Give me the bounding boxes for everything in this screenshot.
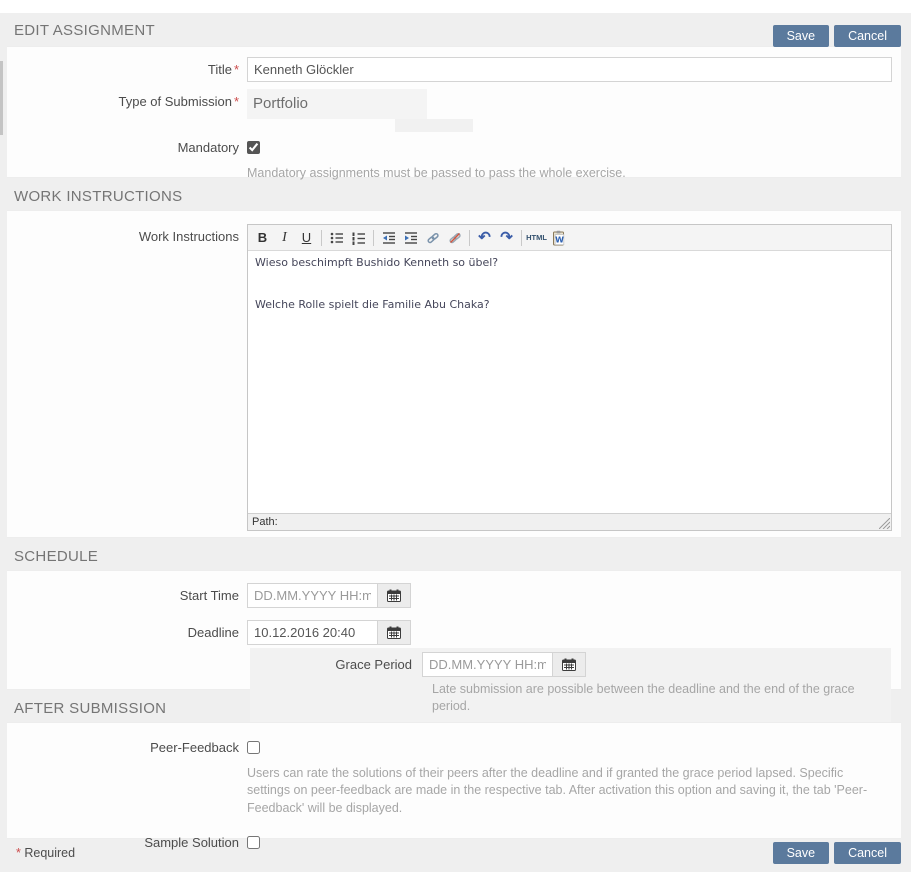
required-asterisk: *	[16, 846, 21, 860]
undo-icon[interactable]: ↶	[474, 228, 495, 248]
underline-icon[interactable]: U	[296, 228, 317, 248]
deadline-row: Deadline	[7, 620, 901, 645]
italic-icon[interactable]: I	[274, 228, 295, 248]
peer-feedback-label: Peer-Feedback	[7, 735, 247, 760]
grace-period-input[interactable]	[422, 652, 553, 677]
save-button[interactable]: Save	[773, 25, 830, 47]
section-after-submission: Peer-Feedback Users can rate the solutio…	[7, 722, 901, 839]
bullet-list-icon[interactable]	[326, 228, 347, 248]
section-work-instructions: Work Instructions B I U	[7, 210, 901, 538]
toolbar-separator	[373, 230, 374, 246]
cancel-button[interactable]: Cancel	[834, 25, 901, 47]
grace-period-calendar-button[interactable]	[553, 652, 586, 677]
cancel-button-bottom[interactable]: Cancel	[834, 842, 901, 864]
overlay-artifact	[395, 119, 473, 132]
toolbar-separator	[469, 230, 470, 246]
redo-icon[interactable]: ↷	[496, 228, 517, 248]
resize-grip[interactable]	[879, 518, 890, 529]
editor-path-bar: Path:	[248, 513, 891, 530]
required-asterisk: *	[234, 94, 239, 109]
type-of-submission-label: Type of Submission*	[7, 89, 247, 114]
svg-text:W: W	[555, 235, 564, 244]
indent-icon[interactable]	[400, 228, 421, 248]
remove-link-icon[interactable]	[444, 228, 465, 248]
section-schedule: Start Time Deadline Grace Period	[7, 570, 901, 690]
html-source-icon[interactable]: HTML	[526, 228, 547, 248]
save-button-bottom[interactable]: Save	[773, 842, 830, 864]
title-row: Title*	[7, 57, 901, 82]
paste-from-word-icon[interactable]: W	[548, 228, 569, 248]
grace-period-row: Grace Period	[254, 652, 891, 677]
peer-feedback-row: Peer-Feedback Users can rate the solutio…	[7, 735, 901, 817]
type-of-submission-row: Type of Submission* Portfolio	[7, 89, 901, 119]
type-of-submission-value: Portfolio	[247, 89, 427, 119]
required-asterisk: *	[234, 62, 239, 77]
header-actions: Save Cancel	[773, 25, 901, 47]
start-time-calendar-button[interactable]	[378, 583, 411, 608]
form-header: EDIT ASSIGNMENT Save Cancel	[0, 13, 911, 46]
editor-content[interactable]: Wieso beschimpft Bushido Kenneth so übel…	[248, 251, 891, 513]
section-title-work-instructions: WORK INSTRUCTIONS	[0, 178, 911, 210]
mandatory-label: Mandatory	[7, 135, 247, 160]
mandatory-row: Mandatory Mandatory assignments must be …	[7, 135, 901, 182]
numbered-list-icon[interactable]	[348, 228, 369, 248]
sample-solution-checkbox[interactable]	[247, 836, 260, 849]
deadline-label: Deadline	[7, 620, 247, 645]
toolbar-separator	[321, 230, 322, 246]
left-edge-strip	[0, 61, 3, 135]
bold-icon[interactable]: B	[252, 228, 273, 248]
start-time-row: Start Time	[7, 583, 901, 608]
footer-actions: Save Cancel	[773, 842, 901, 864]
peer-feedback-help-text: Users can rate the solutions of their pe…	[247, 765, 872, 817]
mandatory-help-text: Mandatory assignments must be passed to …	[247, 165, 626, 182]
section-general: Title* Type of Submission* Portfolio Man…	[7, 46, 901, 178]
start-time-input[interactable]	[247, 583, 378, 608]
grace-period-label: Grace Period	[254, 652, 422, 677]
editor-paragraph: Welche Rolle spielt die Familie Abu Chak…	[255, 298, 884, 313]
insert-link-icon[interactable]	[422, 228, 443, 248]
outdent-icon[interactable]	[378, 228, 399, 248]
toolbar-separator	[521, 230, 522, 246]
editor-toolbar: B I U	[248, 225, 891, 251]
start-time-label: Start Time	[7, 583, 247, 608]
title-input[interactable]	[247, 57, 892, 82]
title-label: Title*	[7, 57, 247, 82]
edit-assignment-page: EDIT ASSIGNMENT Save Cancel Title* Type …	[0, 13, 911, 872]
work-instructions-label: Work Instructions	[7, 224, 247, 249]
section-title-schedule: SCHEDULE	[0, 538, 911, 570]
editor-paragraph: Wieso beschimpft Bushido Kenneth so übel…	[255, 256, 884, 271]
mandatory-checkbox[interactable]	[247, 141, 260, 154]
deadline-calendar-button[interactable]	[378, 620, 411, 645]
deadline-input[interactable]	[247, 620, 378, 645]
peer-feedback-checkbox[interactable]	[247, 741, 260, 754]
path-label: Path:	[252, 516, 278, 528]
required-note: * Required	[14, 846, 75, 860]
rich-text-editor: B I U	[247, 224, 892, 531]
page-title: EDIT ASSIGNMENT	[14, 22, 155, 39]
